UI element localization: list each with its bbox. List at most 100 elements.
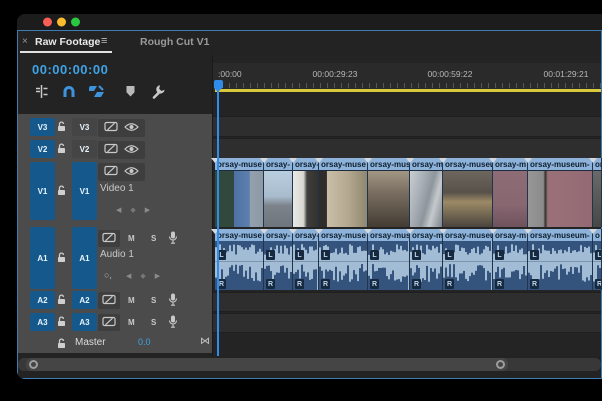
solo-button-a3[interactable]: S	[151, 318, 156, 327]
add-keyframe-icon[interactable]: ◆	[140, 273, 145, 280]
add-keyframe-icon[interactable]: ◆	[130, 207, 135, 214]
prev-keyframe-icon[interactable]: ◀	[126, 273, 131, 280]
playhead-handle-tip	[214, 88, 222, 92]
master-track-label[interactable]: Master	[75, 337, 106, 348]
target-track-a1[interactable]: A1	[72, 227, 97, 289]
zoom-handle-right[interactable]	[496, 360, 505, 369]
audio-clip[interactable]: orsay-museLR	[319, 229, 368, 290]
next-keyframe-icon[interactable]: ▶	[145, 207, 150, 214]
master-level-value[interactable]: 0.0	[138, 337, 151, 347]
audio-clip[interactable]: orsay-mLR	[410, 229, 443, 290]
track-name-audio-1[interactable]: Audio 1	[100, 249, 134, 260]
time-ruler[interactable]: :00:0000:00:29:2300:00:59:2200:01:29:21	[213, 63, 601, 92]
mute-button-a3[interactable]: M	[128, 318, 135, 327]
master-mix-icon[interactable]: ⋈	[200, 336, 210, 347]
audio-clip[interactable]: orsay-museum-LR	[528, 229, 593, 290]
video-clip[interactable]: orsay-museu	[443, 158, 493, 227]
audio-clip[interactable]: oLR	[593, 229, 602, 290]
video-clip[interactable]: orsay-museum-	[528, 158, 593, 227]
show-keyframes-icon[interactable]: ○,	[104, 270, 112, 280]
video-clip[interactable]: orsay-	[293, 158, 319, 227]
work-area-bar[interactable]	[215, 89, 601, 92]
target-track-v3[interactable]: V3	[72, 118, 97, 136]
track-lane-a2[interactable]	[213, 292, 601, 312]
sync-lock-toggle[interactable]	[104, 119, 118, 137]
track-lane-v3[interactable]	[213, 116, 601, 137]
source-patch-a1[interactable]: A1	[30, 227, 55, 289]
source-patch-a3[interactable]: A3	[30, 313, 55, 331]
target-track-v2[interactable]: V2	[72, 140, 97, 158]
sync-lock-toggle[interactable]	[102, 314, 116, 332]
playhead-handle[interactable]	[214, 80, 223, 88]
timeline-settings-icon[interactable]	[149, 83, 167, 99]
panel-menu-icon[interactable]: ≡	[101, 35, 107, 47]
audio-clip[interactable]: orsay-LR	[264, 229, 293, 290]
sync-lock-toggle[interactable]	[104, 163, 118, 181]
solo-button-a2[interactable]: S	[151, 296, 156, 305]
track-output-toggle-eye-icon[interactable]	[124, 141, 139, 159]
track-lane-a3[interactable]	[213, 313, 601, 333]
close-window-button[interactable]	[43, 18, 52, 27]
video-clip[interactable]: orsay-	[264, 158, 293, 227]
nest-sequence-icon[interactable]	[32, 83, 50, 99]
video-clip[interactable]: orsay-muse	[319, 158, 368, 227]
audio-clip[interactable]: orsay-LR	[293, 229, 319, 290]
solo-button-a1[interactable]: S	[151, 234, 156, 243]
target-track-v1[interactable]: V1	[72, 162, 97, 220]
close-panel-icon[interactable]: ×	[22, 36, 28, 47]
prev-keyframe-icon[interactable]: ◀	[116, 207, 121, 214]
source-patch-v1[interactable]: V1	[30, 162, 55, 220]
minimize-window-button[interactable]	[57, 18, 66, 27]
track-output-toggle-eye-icon[interactable]	[124, 163, 139, 181]
video-clip-thumbnail	[528, 170, 592, 227]
video-clip[interactable]: or	[593, 158, 602, 227]
lock-icon-v2[interactable]	[57, 143, 66, 154]
sync-lock-toggle[interactable]	[102, 292, 116, 310]
ruler-tick	[593, 83, 594, 88]
video-clip[interactable]: orsay-muse	[215, 158, 264, 227]
target-track-a3[interactable]: A3	[72, 313, 97, 331]
track-name-video-1[interactable]: Video 1	[100, 183, 134, 194]
sync-lock-toggle[interactable]	[102, 230, 116, 248]
audio-clip[interactable]: orsay-mLR	[493, 229, 528, 290]
voiceover-mic-icon-a3[interactable]	[168, 315, 178, 328]
zoom-handle-left[interactable]	[29, 360, 38, 369]
sync-lock-toggle[interactable]	[104, 141, 118, 159]
video-clip[interactable]: orsay-mus	[368, 158, 410, 227]
audio-clip[interactable]: orsay-musLR	[368, 229, 410, 290]
playhead-timecode[interactable]: 00:00:00:00	[32, 62, 108, 77]
track-lane-v2[interactable]	[213, 138, 601, 159]
track-output-toggle-eye-icon[interactable]	[124, 119, 139, 137]
ruler-tick	[516, 83, 517, 88]
tab-rough-cut-v1[interactable]: Rough Cut V1	[140, 36, 209, 48]
video-clip[interactable]: orsay-m	[493, 158, 528, 227]
lock-icon-master[interactable]	[57, 338, 66, 349]
target-track-a2[interactable]: A2	[72, 291, 97, 309]
ruler-tick	[502, 83, 503, 88]
snap-icon[interactable]	[60, 83, 78, 99]
lock-icon-a1[interactable]	[57, 252, 66, 263]
video-clip[interactable]: orsay-m	[410, 158, 443, 227]
lock-icon-v3[interactable]	[57, 121, 66, 132]
lock-icon-a3[interactable]	[57, 316, 66, 327]
audio-clip[interactable]: orsay-museLR	[215, 229, 264, 290]
source-patch-v2[interactable]: V2	[30, 140, 55, 158]
horizontal-scrollbar-thumb[interactable]	[26, 358, 508, 371]
linked-selection-icon[interactable]	[88, 83, 106, 99]
voiceover-mic-icon-a2[interactable]	[168, 293, 178, 306]
mute-button-a1[interactable]: M	[128, 234, 135, 243]
channel-l-badge: L	[530, 250, 539, 260]
source-patch-v3[interactable]: V3	[30, 118, 55, 136]
lock-icon-v1[interactable]	[57, 185, 66, 196]
playhead-line	[217, 83, 219, 356]
source-patch-a2[interactable]: A2	[30, 291, 55, 309]
audio-clip[interactable]: orsay-museuLR	[443, 229, 493, 290]
add-marker-icon[interactable]	[121, 83, 139, 99]
lock-icon-a2[interactable]	[57, 294, 66, 305]
window-titlebar[interactable]	[17, 14, 602, 30]
tab-raw-footage[interactable]: Raw Footage	[35, 36, 100, 48]
zoom-window-button[interactable]	[71, 18, 80, 27]
next-keyframe-icon[interactable]: ▶	[155, 273, 160, 280]
mute-button-a2[interactable]: M	[128, 296, 135, 305]
voiceover-mic-icon-a1[interactable]	[168, 231, 178, 244]
